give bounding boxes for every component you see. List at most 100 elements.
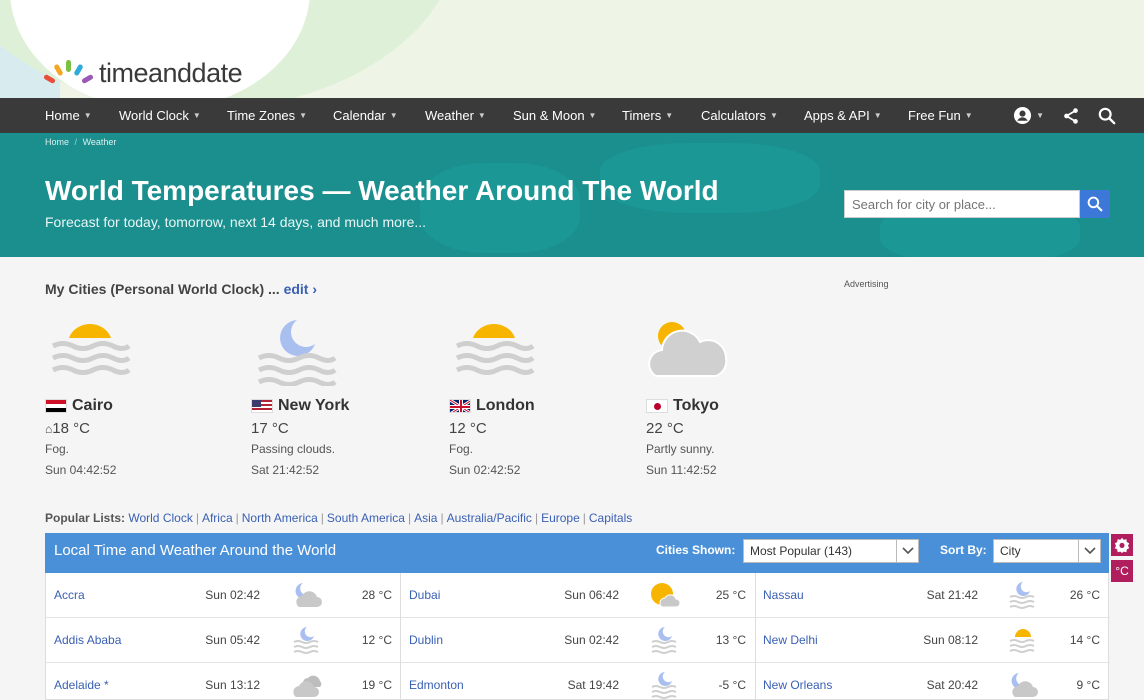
weather-description: Passing clouds. — [251, 442, 336, 456]
edit-link[interactable]: edit › — [284, 281, 317, 297]
table-row: New Orleans Sat 20:42 9 °C — [755, 663, 1110, 700]
nav-weather[interactable]: Weather ▼ — [425, 98, 486, 133]
temperature-value: 26 °C — [1069, 588, 1100, 602]
separator: | — [440, 511, 444, 525]
nav-world-clock[interactable]: World Clock ▼ — [119, 98, 201, 133]
chevron-down-icon: ▼ — [873, 111, 882, 120]
city-link[interactable]: Dubai — [409, 588, 440, 602]
city-card-cairo[interactable]: Cairo ⌂18 °C Fog. Sun 04:42:52 — [45, 318, 235, 477]
city-link[interactable]: Adelaide * — [54, 678, 109, 692]
site-header: timeanddate — [0, 0, 1144, 98]
city-link[interactable]: Edmonton — [409, 678, 464, 692]
popular-link-capitals[interactable]: Capitals — [589, 511, 632, 525]
breadcrumb: Home / Weather — [45, 137, 116, 147]
table-row: Edmonton Sat 19:42 -5 °C — [401, 663, 755, 700]
popular-link-south-america[interactable]: South America — [327, 511, 405, 525]
temperature-value: 18 °C — [52, 420, 90, 437]
nav-label: Calendar — [333, 108, 386, 123]
chevron-down-icon: ▼ — [665, 111, 674, 120]
unit-toggle-button[interactable]: °C — [1111, 560, 1133, 582]
chevron-down-icon: ▼ — [964, 111, 973, 120]
table-row: New Delhi Sun 08:12 14 °C — [755, 618, 1110, 663]
nav-free-fun[interactable]: Free Fun ▼ — [908, 98, 973, 133]
temperature-value: 17 °C — [251, 420, 289, 437]
breadcrumb-home[interactable]: Home — [45, 137, 69, 147]
sort-by-select[interactable]: City — [993, 539, 1101, 563]
search-input[interactable] — [844, 190, 1080, 218]
city-name-label: Tokyo — [673, 397, 719, 414]
table-row: Adelaide * Sun 13:12 19 °C — [46, 663, 400, 700]
fog-moon-icon — [1009, 582, 1035, 609]
city-link[interactable]: New Orleans — [763, 678, 832, 692]
nav-time-zones[interactable]: Time Zones ▼ — [227, 98, 307, 133]
separator: | — [235, 511, 239, 525]
city-name: New York — [251, 397, 441, 415]
table-row: Addis Ababa Sun 05:42 12 °C — [46, 618, 400, 663]
temperature-value: 12 °C — [449, 420, 487, 437]
local-time: Sun 13:12 — [205, 678, 260, 692]
fog-sun-icon — [1009, 629, 1035, 653]
city-link[interactable]: New Delhi — [763, 633, 818, 647]
chevron-down-icon: ▼ — [1036, 111, 1044, 120]
cities-shown-value: Most Popular (143) — [750, 544, 853, 558]
separator: | — [320, 511, 324, 525]
sort-by-label: Sort By: — [940, 543, 987, 557]
popular-lists: Popular Lists: World Clock | Africa | North … — [45, 511, 632, 525]
popular-link-africa[interactable]: Africa — [202, 511, 233, 525]
search-button[interactable] — [1080, 190, 1110, 218]
share-icon[interactable] — [1062, 107, 1080, 125]
separator: | — [195, 511, 199, 525]
chevron-down-icon: ▼ — [588, 111, 597, 120]
account-menu[interactable]: ▼ — [1013, 106, 1044, 125]
city-temperature: 12 °C — [449, 420, 639, 437]
chevron-down-icon — [1078, 540, 1100, 562]
popular-link-asia[interactable]: Asia — [414, 511, 437, 525]
weather-description: Fog. — [449, 442, 474, 456]
popular-link-australia-pacific[interactable]: Australia/Pacific — [447, 511, 532, 525]
city-link[interactable]: Nassau — [763, 588, 804, 602]
nav-label: Apps & API — [804, 108, 870, 123]
nav-calendar[interactable]: Calendar ▼ — [333, 98, 398, 133]
nav-label: Timers — [622, 108, 662, 123]
chevron-down-icon: ▼ — [770, 111, 778, 120]
city-link[interactable]: Dublin — [409, 633, 443, 647]
city-link[interactable]: Accra — [54, 588, 85, 602]
chevron-down-icon: ▼ — [192, 111, 201, 120]
nav-label: Sun & Moon — [513, 108, 585, 123]
cities-shown-select[interactable]: Most Popular (143) — [743, 539, 919, 563]
nav-label: Weather — [425, 108, 474, 123]
table-title: Local Time and Weather Around the World — [54, 542, 337, 559]
search-icon — [1087, 196, 1103, 212]
popular-link-north-america[interactable]: North America — [242, 511, 318, 525]
usa-flag-icon — [251, 399, 273, 413]
popular-link-europe[interactable]: Europe — [541, 511, 580, 525]
city-card-london[interactable]: London 12 °C Fog. Sun 02:42:52 — [449, 318, 639, 477]
search-box — [844, 190, 1110, 218]
local-time: Sat 20:42 — [926, 678, 978, 692]
nav-home[interactable]: Home ▼ — [45, 98, 92, 133]
nav-calculators[interactable]: Calculators ▼ — [701, 98, 778, 133]
separator: | — [582, 511, 586, 525]
search-icon[interactable] — [1098, 107, 1116, 125]
settings-button[interactable] — [1111, 534, 1133, 556]
breadcrumb-separator: / — [74, 137, 78, 147]
city-link[interactable]: Addis Ababa — [54, 633, 121, 647]
breadcrumb-current[interactable]: Weather — [83, 137, 117, 147]
site-logo[interactable]: timeanddate — [43, 58, 243, 89]
local-time: Sat 21:42:52 — [251, 463, 320, 477]
table-column: Accra Sun 02:42 28 °C Addis Ababa Sun 05… — [46, 573, 401, 700]
local-time: Sun 02:42 — [564, 633, 619, 647]
popular-link-world-clock[interactable]: World Clock — [128, 511, 192, 525]
city-card-tokyo[interactable]: Tokyo 22 °C Partly sunny. Sun 11:42:52 — [646, 318, 836, 477]
nav-timers[interactable]: Timers ▼ — [622, 98, 673, 133]
nav-apps-api[interactable]: Apps & API ▼ — [804, 98, 882, 133]
fog-sun-icon — [51, 323, 131, 375]
hero-banner: Home / Weather World Temperatures — Weat… — [0, 133, 1144, 257]
fog-sun-icon — [455, 323, 535, 375]
logo-mark-icon — [43, 59, 94, 89]
nav-sun-moon[interactable]: Sun & Moon ▼ — [513, 98, 596, 133]
nav-label: Home — [45, 108, 80, 123]
partly-sunny-icon — [648, 322, 728, 377]
city-name: London — [449, 397, 639, 415]
city-card-new-york[interactable]: New York 17 °C Passing clouds. Sat 21:42… — [251, 318, 441, 477]
